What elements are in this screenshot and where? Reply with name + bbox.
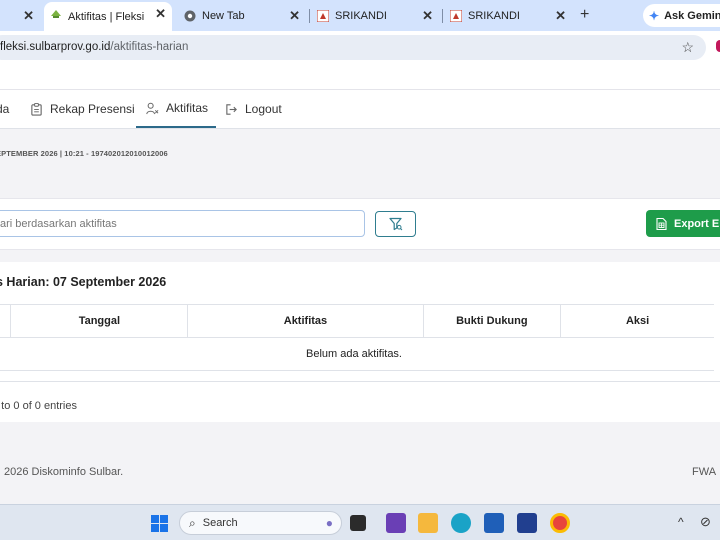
nav-label: da [0,102,10,116]
taskbar-search-label: Search [202,517,238,529]
column-header-aksi[interactable]: Aksi [560,304,714,338]
chrome-favicon-icon [184,10,196,22]
nav-item-aktifitas[interactable]: Aktifitas [136,90,216,128]
nav-item-beranda[interactable]: da [0,90,9,128]
srikandi-favicon-icon [317,10,329,22]
chrome-icon[interactable] [550,513,570,533]
network-icon[interactable]: ⊘ [700,514,711,530]
user-info-line: EPTEMBER 2026 | 10:21 - 1974020120100120… [0,149,168,158]
tab-label: SRIKANDI [468,10,520,22]
store-icon[interactable] [484,513,504,533]
fleksi-favicon-icon [51,10,61,18]
ask-gemini-button[interactable]: ✦ Ask Gemini [643,4,720,27]
taskbar-search[interactable]: ⌕ Search ● [179,511,342,535]
search-highlight-icon: ● [325,516,333,530]
video-app-icon[interactable] [386,513,406,533]
close-tab-icon[interactable]: ✕ [422,8,433,24]
close-tab-icon[interactable]: ✕ [289,8,300,24]
column-header-aktifitas[interactable]: Aktifitas [187,304,424,338]
clipboard-icon [31,102,42,116]
browser-tab-3[interactable]: SRIKANDI ✕ [311,4,439,28]
entries-info: 1 to 0 of 0 entries [0,400,77,412]
close-tab-icon[interactable]: ✕ [23,8,34,24]
windows-start-icon[interactable] [151,515,168,532]
url-path: /aktifitas-harian [110,41,189,53]
url-text: fleksi.sulbarprov.go.id/aktifitas-harian [0,41,188,53]
export-excel-button[interactable]: Export E [646,210,720,237]
user-info-band: EPTEMBER 2026 | 10:21 - 1974020120100120… [0,129,720,198]
footer-copyright: 2026 Diskominfo Sulbar. [4,466,124,478]
activity-card: s Harian: 07 September 2026 Tanggal Akti… [0,262,720,422]
bookmark-star-icon[interactable]: ☆ [681,39,694,56]
column-header-tanggal[interactable]: Tanggal [10,304,188,338]
profile-avatar[interactable] [716,40,720,52]
browser-tab-1[interactable]: Aktifitas | Fleksi ✕ [44,2,172,31]
tab-label: Aktifitas | Fleksi [68,10,145,23]
nav-label: Logout [245,102,282,116]
empty-message: Belum ada aktifitas. [0,337,714,371]
logout-icon [226,103,237,115]
web-page: da Rekap Presensi Aktifitas Logout EPTEM… [0,64,720,504]
nav-label: Rekap Presensi [50,102,135,116]
close-tab-icon[interactable]: ✕ [555,8,566,24]
browser-tab-strip: ✕ Aktifitas | Fleksi ✕ New Tab ✕ SRIKAND… [0,0,720,31]
page-header [0,64,720,90]
file-excel-icon [656,217,667,230]
url-host: fleksi.sulbarprov.go.id [0,41,111,53]
filter-search-icon [388,217,402,231]
search-toolbar: Export E [0,198,720,250]
windows-taskbar: ⌕ Search ● ^ ⊘ [0,504,720,540]
footer-right-text: FWA [692,466,717,478]
filter-button[interactable] [375,211,416,237]
file-explorer-icon[interactable] [418,513,438,533]
address-bar[interactable]: fleksi.sulbarprov.go.id/aktifitas-harian… [0,35,706,60]
activity-table: Tanggal Aktifitas Bukti Dukung Aksi Belu… [0,304,714,371]
srikandi-favicon-icon [450,10,462,22]
close-tab-icon[interactable]: ✕ [155,6,166,22]
gemini-sparkle-icon: ✦ [649,8,660,23]
tab-label: New Tab [202,10,245,22]
tab-separator [442,9,443,23]
column-header-bukti-dukung[interactable]: Bukti Dukung [422,304,561,338]
user-x-icon [146,102,159,114]
new-tab-button[interactable]: + [580,6,589,24]
card-title: s Harian: 07 September 2026 [0,275,167,289]
edge-icon[interactable] [451,513,471,533]
gallery-app-icon[interactable] [517,513,537,533]
ask-gemini-label: Ask Gemini [664,9,720,22]
task-view-icon[interactable] [350,515,366,531]
table-header-row: Tanggal Aktifitas Bukti Dukung Aksi [0,304,714,338]
chevron-up-icon[interactable]: ^ [678,515,684,529]
divider [0,381,720,382]
search-input[interactable] [0,211,364,236]
nav-item-rekap-presensi[interactable]: Rekap Presensi [30,90,135,128]
main-nav: da Rekap Presensi Aktifitas Logout [0,90,720,129]
column-header-number[interactable] [0,304,11,338]
export-label: Export E [674,217,720,230]
search-field-wrapper [0,210,365,237]
nav-item-logout[interactable]: Logout [225,90,282,128]
browser-tab-4[interactable]: SRIKANDI ✕ [444,4,572,28]
browser-tab-0[interactable]: ✕ [0,4,40,28]
table-row-empty: Belum ada aktifitas. [0,337,714,371]
search-icon: ⌕ [189,515,196,530]
browser-tab-2[interactable]: New Tab ✕ [178,4,306,28]
browser-toolbar: fleksi.sulbarprov.go.id/aktifitas-harian… [0,31,720,64]
tab-separator [309,9,310,23]
tab-label: SRIKANDI [335,10,387,22]
nav-label: Aktifitas [166,101,209,115]
